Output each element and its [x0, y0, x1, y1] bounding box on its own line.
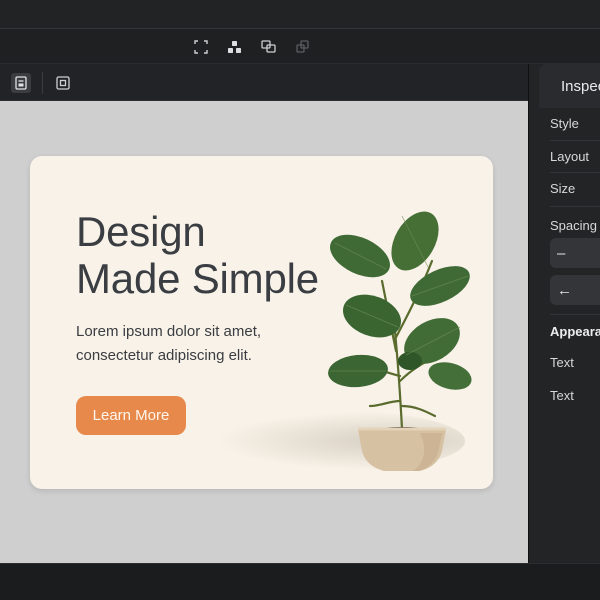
divider [550, 140, 600, 141]
divider [550, 314, 600, 315]
hero-body-text: Lorem ipsum dolor sit amet, consectetur … [76, 320, 296, 368]
design-canvas[interactable]: Design Made Simple Lorem ipsum dolor sit… [0, 101, 528, 563]
body-line-1: Lorem ipsum dolor sit amet, [76, 323, 262, 340]
frame-view-icon[interactable] [53, 73, 73, 93]
main-toolbar [0, 28, 600, 64]
divider [550, 206, 600, 207]
hero-headline: Design Made Simple [76, 208, 319, 302]
inspector-row-size[interactable]: Size [550, 181, 575, 196]
body-line-2: consectetur adipiscing elit. [76, 347, 252, 364]
appearance-section-label: Appearance [550, 324, 600, 339]
appearance-row-text-1[interactable]: Text [550, 355, 574, 370]
inspector-row-layout[interactable]: Layout [550, 149, 589, 164]
learn-more-button[interactable]: Learn More [76, 396, 186, 435]
inspector-row-style[interactable]: Style [550, 116, 579, 131]
inspector-row-spacing[interactable]: Spacing [550, 218, 597, 233]
title-bar [0, 0, 600, 28]
page-view-icon[interactable] [11, 73, 31, 93]
toolbar-divider [42, 72, 43, 94]
status-bar [0, 563, 600, 600]
spacing-left-control[interactable]: ← [550, 275, 600, 305]
appearance-row-text-2[interactable]: Text [550, 388, 574, 403]
frame-select-icon[interactable] [192, 38, 210, 56]
components-icon[interactable] [225, 38, 243, 56]
divider [550, 172, 600, 173]
inspector-title: Inspector [561, 78, 600, 95]
canvas-toolbar [0, 64, 528, 101]
headline-line-1: Design [76, 208, 206, 255]
potted-plant-image [328, 211, 472, 471]
duplicate-icon[interactable] [260, 38, 278, 56]
spacing-decrease-control[interactable]: – [550, 238, 600, 268]
inspector-panel: Inspector Style Layout Size Spacing – ← … [528, 64, 600, 563]
design-app: Design Made Simple Lorem ipsum dolor sit… [0, 0, 600, 600]
hero-card[interactable]: Design Made Simple Lorem ipsum dolor sit… [30, 156, 493, 489]
overlap-icon[interactable] [294, 38, 312, 56]
headline-line-2: Made Simple [76, 255, 319, 302]
